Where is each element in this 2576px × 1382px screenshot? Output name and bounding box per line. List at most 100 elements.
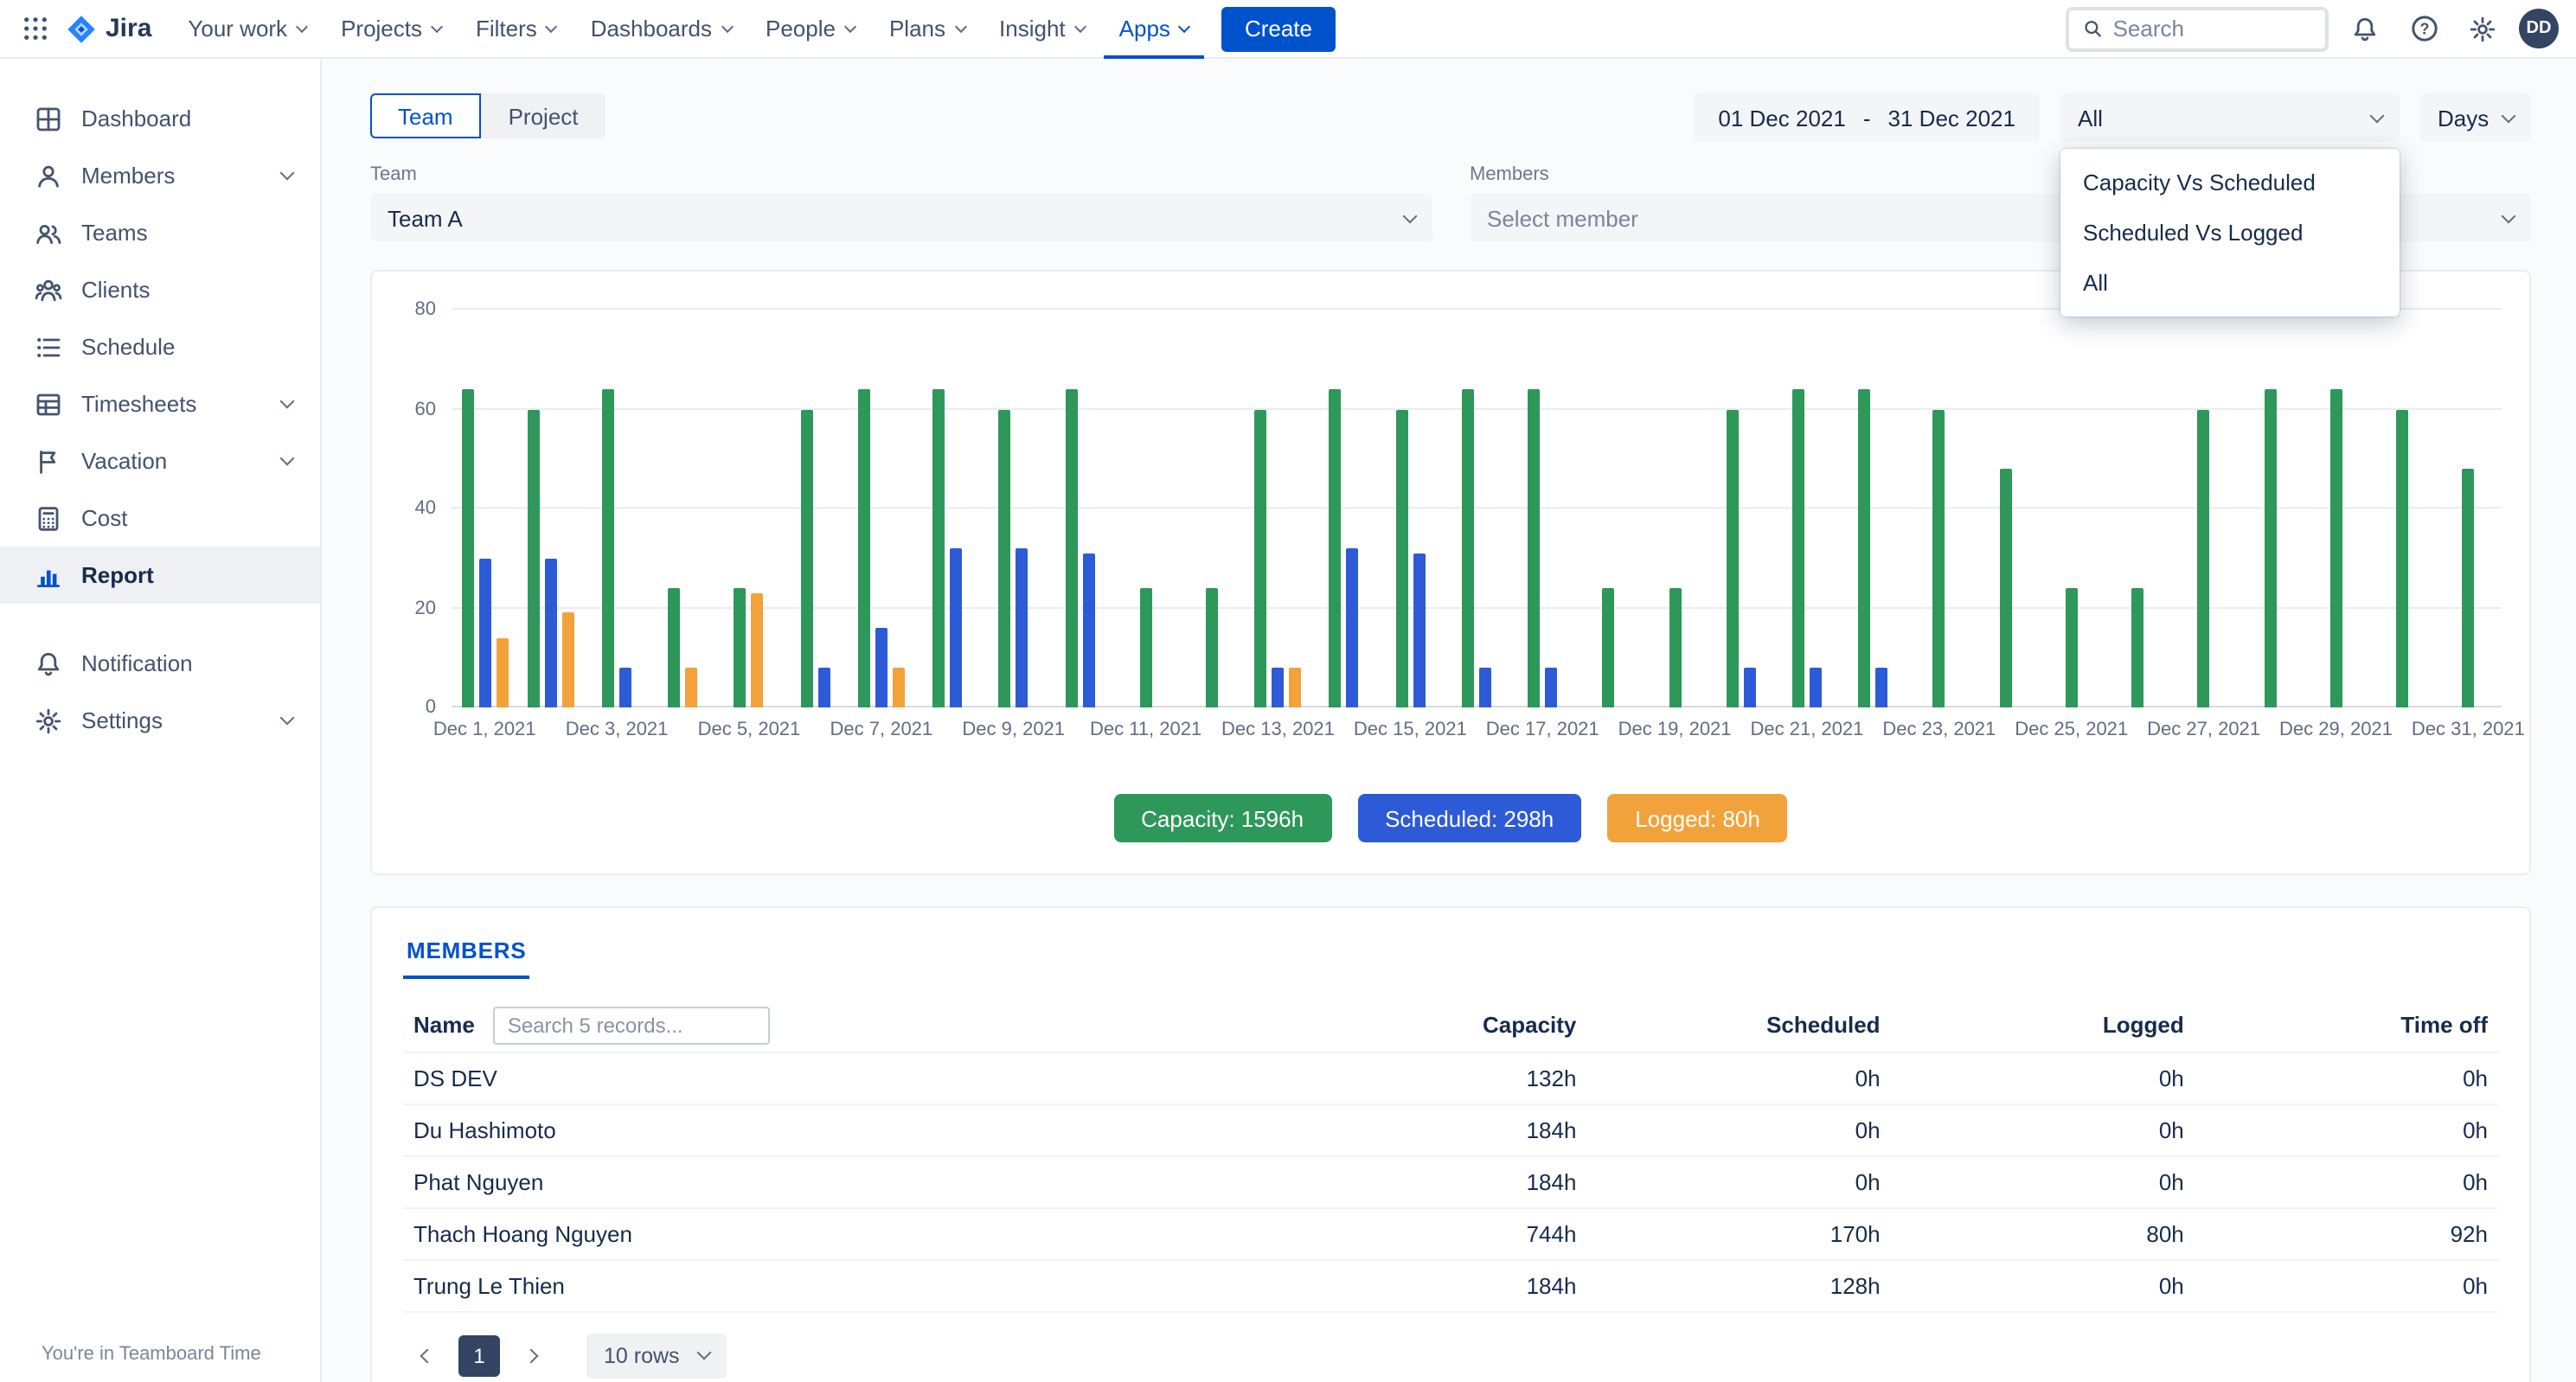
bar-capacity [932, 389, 945, 707]
sidebar-item-vacation[interactable]: Vacation [0, 432, 320, 489]
help-icon: ? [2409, 14, 2438, 43]
legend-scheduled-button[interactable]: Scheduled: 298h [1357, 794, 1581, 842]
dropdown-option-all[interactable]: All [2060, 258, 2400, 308]
bar-group [517, 310, 583, 707]
mode-select[interactable]: All [2060, 93, 2400, 142]
members-table: Name Capacity Scheduled Logged Time off [403, 1000, 2498, 1312]
x-slot: Dec 27, 2021 [2170, 720, 2236, 745]
table-row[interactable]: Thach Hoang Nguyen 744h 170h 80h 92h [403, 1207, 2498, 1259]
unit-select[interactable]: Days [2420, 93, 2531, 142]
table-row[interactable]: Phat Nguyen 184h 0h 0h 0h [403, 1155, 2498, 1207]
create-button[interactable]: Create [1222, 6, 1335, 51]
table-row[interactable]: Trung Le Thien 184h 128h 0h 0h [403, 1259, 2498, 1311]
bar-capacity [1065, 389, 1077, 707]
bar-group [1311, 310, 1377, 707]
column-header-scheduled[interactable]: Scheduled [1586, 1000, 1890, 1052]
nav-item-filters[interactable]: Filters [460, 0, 572, 58]
column-header-logged[interactable]: Logged [1891, 1000, 2195, 1052]
dropdown-option-capacity-vs-scheduled[interactable]: Capacity Vs Scheduled [2060, 157, 2400, 208]
next-page-button[interactable] [510, 1334, 552, 1376]
date-range-picker[interactable]: 01 Dec 2021 - 31 Dec 2021 [1694, 93, 2040, 142]
tab-members[interactable]: MEMBERS [403, 937, 530, 979]
date-to[interactable]: 31 Dec 2021 [1888, 105, 2015, 131]
table-row[interactable]: DS DEV 132h 0h 0h 0h [403, 1052, 2498, 1104]
sidebar-item-timesheets[interactable]: Timesheets [0, 375, 320, 432]
cell-timeoff: 0h [2195, 1104, 2498, 1155]
global-search[interactable] [2066, 6, 2329, 51]
nav-item-plans[interactable]: Plans [874, 0, 980, 58]
sidebar-item-settings[interactable]: Settings [0, 692, 320, 749]
chevron-down-icon [2502, 208, 2516, 223]
nav-item-people[interactable]: People [750, 0, 870, 58]
column-header-name[interactable]: Name [413, 1013, 475, 1039]
chevron-down-icon [280, 394, 295, 409]
bar-group [2039, 310, 2105, 707]
jira-logo[interactable]: Jira [62, 13, 169, 44]
settings-button[interactable] [2460, 6, 2505, 51]
team-view-button[interactable]: Team [370, 93, 481, 138]
bar-capacity [2396, 409, 2408, 707]
team-select[interactable]: Team A [370, 194, 1432, 242]
x-slot: Dec 13, 2021 [1245, 720, 1310, 745]
bar-scheduled [1347, 548, 1359, 707]
sidebar-item-schedule[interactable]: Schedule [0, 318, 320, 375]
bar-capacity [734, 588, 747, 707]
bar-group [1906, 310, 1972, 707]
chevron-down-icon [2370, 108, 2385, 123]
nav-item-insight[interactable]: Insight [984, 0, 1100, 58]
prev-page-button[interactable] [407, 1334, 448, 1376]
cell-name: Du Hashimoto [403, 1104, 1283, 1155]
column-header-timeoff[interactable]: Time off [2195, 1000, 2498, 1052]
pagination: 1 10 rows [403, 1333, 2498, 1378]
x-slot: Dec 23, 2021 [1906, 720, 1972, 745]
dropdown-option-scheduled-vs-logged[interactable]: Scheduled Vs Logged [2060, 208, 2400, 258]
x-slot: Dec 19, 2021 [1642, 720, 1708, 745]
bar-capacity [2329, 389, 2342, 707]
column-header-capacity[interactable]: Capacity [1283, 1000, 1586, 1052]
cell-scheduled: 0h [1586, 1052, 1890, 1104]
nav-item-dashboards[interactable]: Dashboards [575, 0, 747, 58]
app-switcher-button[interactable] [10, 6, 59, 51]
nav-item-apps[interactable]: Apps [1104, 0, 1205, 58]
cell-capacity: 184h [1283, 1259, 1586, 1311]
x-slot: Dec 5, 2021 [716, 720, 782, 745]
project-view-button[interactable]: Project [481, 93, 606, 138]
notifications-button[interactable] [2342, 6, 2387, 51]
y-tick-label: 80 [415, 299, 437, 320]
help-button[interactable]: ? [2401, 6, 2446, 51]
bar-capacity [800, 409, 812, 707]
chevron-down-icon [296, 20, 308, 32]
rows-per-page-select[interactable]: 10 rows [586, 1333, 727, 1378]
notification-bell-icon [35, 649, 62, 677]
cell-scheduled: 0h [1586, 1155, 1890, 1207]
sidebar-item-report[interactable]: Report [0, 547, 320, 604]
sidebar-item-members[interactable]: Members [0, 147, 320, 204]
legend-logged-button[interactable]: Logged: 80h [1607, 794, 1788, 842]
nav-label: Apps [1119, 16, 1170, 42]
table-row[interactable]: Du Hashimoto 184h 0h 0h 0h [403, 1104, 2498, 1155]
search-input[interactable] [2113, 16, 2311, 42]
bar-capacity [1603, 588, 1615, 707]
date-from[interactable]: 01 Dec 2021 [1718, 105, 1845, 131]
y-tick-label: 0 [426, 697, 436, 718]
nav-item-projects[interactable]: Projects [325, 0, 457, 58]
sidebar-item-notification[interactable]: Notification [0, 635, 320, 692]
cell-logged: 80h [1891, 1207, 2195, 1259]
avatar[interactable]: DD [2519, 9, 2559, 48]
bar-group [2303, 310, 2368, 707]
sidebar-item-label: Notification [81, 650, 193, 676]
legend-capacity-button[interactable]: Capacity: 1596h [1113, 794, 1331, 842]
sidebar-item-teams[interactable]: Teams [0, 204, 320, 261]
chevron-down-icon [280, 711, 295, 726]
nav-item-your-work[interactable]: Your work [172, 0, 322, 58]
mode-select-value: All [2078, 105, 2103, 131]
sidebar-item-dashboard[interactable]: Dashboard [0, 90, 320, 147]
chevron-down-icon [696, 1346, 711, 1360]
cell-logged: 0h [1891, 1155, 2195, 1207]
current-page-indicator[interactable]: 1 [458, 1334, 500, 1376]
main-content: Team Project 01 Dec 2021 - 31 Dec 2021 A… [322, 59, 2576, 1382]
sidebar-item-clients[interactable]: Clients [0, 261, 320, 318]
table-search-input[interactable] [494, 1007, 771, 1045]
sidebar-item-cost[interactable]: Cost [0, 489, 320, 547]
nav-label: Your work [188, 16, 287, 42]
